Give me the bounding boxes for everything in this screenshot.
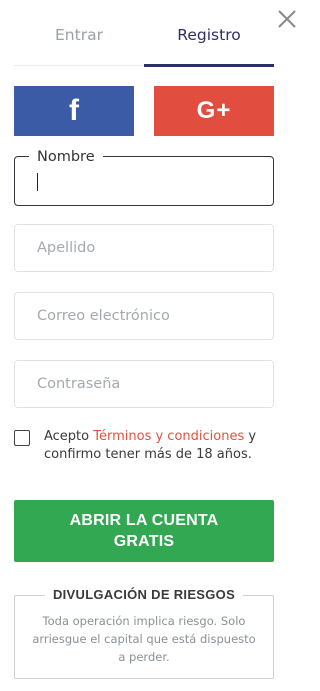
text-cursor xyxy=(37,173,38,191)
google-plus-login-button[interactable]: G+ xyxy=(154,86,274,136)
email-field[interactable] xyxy=(14,292,274,340)
risk-disclosure: DIVULGACIÓN DE RIESGOS Toda operación im… xyxy=(14,587,274,679)
open-account-label: ABRIR LA CUENTA GRATIS xyxy=(69,512,219,550)
last-name-field[interactable] xyxy=(14,224,274,272)
terms-checkbox[interactable] xyxy=(14,430,30,446)
risk-disclosure-text: Toda operación implica riesgo. Solo arri… xyxy=(32,614,256,664)
tab-login[interactable]: Entrar xyxy=(14,26,144,50)
close-icon[interactable] xyxy=(276,8,298,30)
terms-prefix: Acepto xyxy=(44,429,94,444)
active-tab-indicator xyxy=(144,64,274,67)
open-account-button[interactable]: ABRIR LA CUENTA GRATIS xyxy=(14,500,274,562)
tab-register[interactable]: Registro xyxy=(144,26,274,50)
password-field[interactable] xyxy=(14,360,274,408)
facebook-icon: f xyxy=(69,94,79,127)
terms-link[interactable]: Términos y condiciones xyxy=(93,429,244,444)
first-name-field[interactable]: Nombre xyxy=(14,148,274,206)
first-name-label: Nombre xyxy=(29,148,103,166)
email-input[interactable] xyxy=(15,293,273,339)
google-plus-icon: G+ xyxy=(196,97,232,124)
facebook-login-button[interactable]: f xyxy=(14,86,134,136)
terms-text: Acepto Términos y condiciones y confirmo… xyxy=(44,428,272,464)
risk-disclosure-title: DIVULGACIÓN DE RIESGOS xyxy=(44,587,244,602)
password-input[interactable] xyxy=(15,361,273,407)
last-name-input[interactable] xyxy=(15,225,273,271)
auth-tabs: Entrar Registro xyxy=(14,0,274,67)
